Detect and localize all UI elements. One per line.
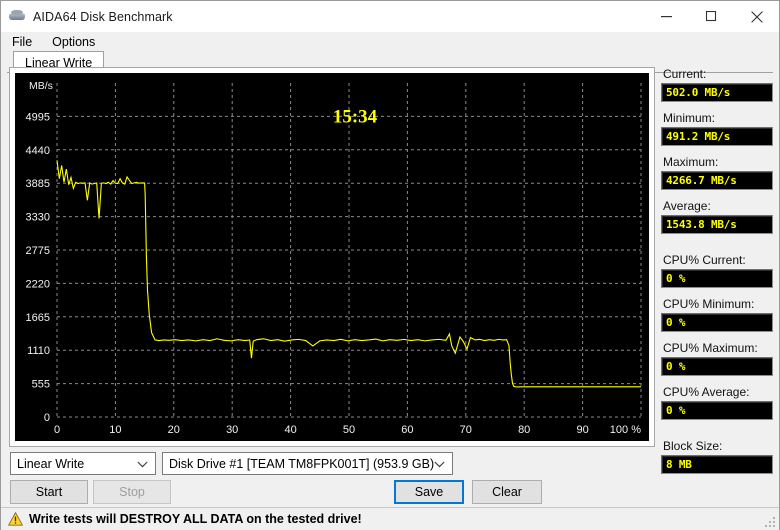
chart-timer-label: 15:34 <box>333 106 378 127</box>
warning-text: Write tests will DESTROY ALL DATA on the… <box>29 512 362 526</box>
stat-value-cpu-current: 0 % <box>666 272 686 285</box>
stat-box-cpu-average: 0 % <box>661 401 773 420</box>
save-button[interactable]: Save <box>394 480 464 504</box>
chart-y-tick-labels: 0 555 1110 1665 2220 2775 3330 3885 4440 4995 <box>26 111 50 424</box>
y-tick-label: 0 <box>44 412 50 424</box>
x-tick-label: 70 <box>460 424 472 436</box>
x-tick-label: 40 <box>284 424 296 436</box>
chart-y-axis-title: MB/s <box>29 80 53 92</box>
benchmark-mode-select[interactable]: Linear Write <box>10 452 156 475</box>
warning-bar: Write tests will DESTROY ALL DATA on the… <box>1 507 779 530</box>
stat-label-cpu-current: CPU% Current: <box>663 253 746 267</box>
benchmark-mode-value: Linear Write <box>17 456 85 471</box>
chart-x-tick-labels: 0 10 20 30 40 50 60 70 80 90 100 % <box>54 424 641 436</box>
chart-plot-background: 0 555 1110 1665 2220 2775 3330 3885 4440 4995 0 10… <box>15 73 649 441</box>
stat-value-maximum: 4266.7 MB/s <box>666 174 737 187</box>
stat-label-maximum: Maximum: <box>663 155 719 169</box>
resize-grip[interactable] <box>764 516 776 528</box>
x-tick-label: 90 <box>576 424 588 436</box>
chart-data-line <box>56 160 641 388</box>
close-button[interactable] <box>734 1 779 32</box>
x-tick-label: 50 <box>343 424 355 436</box>
y-tick-label: 3885 <box>26 178 50 190</box>
stat-label-current: Current: <box>663 67 707 81</box>
y-tick-label: 1665 <box>26 312 50 324</box>
stat-label-average: Average: <box>663 199 711 213</box>
stat-label-cpu-maximum: CPU% Maximum: <box>663 341 758 355</box>
stat-box-cpu-minimum: 0 % <box>661 313 773 332</box>
stat-label-cpu-average: CPU% Average: <box>663 385 750 399</box>
y-tick-label: 2775 <box>26 245 50 257</box>
stat-box-cpu-maximum: 0 % <box>661 357 773 376</box>
stat-box-cpu-current: 0 % <box>661 269 773 288</box>
y-tick-label: 4440 <box>26 145 50 157</box>
x-tick-label: 80 <box>518 424 530 436</box>
stat-box-average: 1543.8 MB/s <box>661 215 773 234</box>
menu-item-file[interactable]: File <box>3 33 41 52</box>
window-title: AIDA64 Disk Benchmark <box>33 9 173 24</box>
minimize-button[interactable] <box>644 1 689 32</box>
stat-value-average: 1543.8 MB/s <box>666 218 737 231</box>
benchmark-line-chart: 0 555 1110 1665 2220 2775 3330 3885 4440 4995 0 10… <box>26 80 642 436</box>
drive-select-value: Disk Drive #1 [TEAM TM8FPK001T] (953.9 G… <box>169 456 435 471</box>
benchmark-chart-panel: 0 555 1110 1665 2220 2775 3330 3885 4440 4995 0 10… <box>9 67 655 447</box>
x-tick-label: 20 <box>168 424 180 436</box>
stat-box-minimum: 491.2 MB/s <box>661 127 773 146</box>
disk-icon <box>9 8 26 25</box>
stat-box-maximum: 4266.7 MB/s <box>661 171 773 190</box>
drive-select[interactable]: Disk Drive #1 [TEAM TM8FPK001T] (953.9 G… <box>162 452 453 475</box>
chevron-down-icon <box>434 453 445 476</box>
stat-value-cpu-minimum: 0 % <box>666 316 686 329</box>
x-tick-label: 100 % <box>610 424 641 436</box>
chart-gridlines <box>56 83 642 418</box>
stat-value-minimum: 491.2 MB/s <box>666 130 731 143</box>
stat-box-current: 502.0 MB/s <box>661 83 773 102</box>
stat-value-cpu-maximum: 0 % <box>666 360 686 373</box>
warning-triangle-icon <box>8 512 23 526</box>
x-tick-label: 10 <box>109 424 121 436</box>
x-tick-label: 60 <box>401 424 413 436</box>
y-tick-label: 4995 <box>26 111 50 123</box>
stop-button: Stop <box>93 480 171 504</box>
stat-label-minimum: Minimum: <box>663 111 716 125</box>
clear-button[interactable]: Clear <box>472 480 542 504</box>
window-controls <box>644 1 779 32</box>
aida64-disk-benchmark-window: AIDA64 Disk Benchmark File Options Linea… <box>0 0 780 530</box>
y-tick-label: 555 <box>32 379 50 391</box>
maximize-button[interactable] <box>689 1 734 32</box>
stat-value-current: 502.0 MB/s <box>666 86 731 99</box>
stat-value-cpu-average: 0 % <box>666 404 686 417</box>
y-tick-label: 1110 <box>27 345 50 357</box>
y-tick-label: 3330 <box>26 212 50 224</box>
stat-label-cpu-minimum: CPU% Minimum: <box>663 297 755 311</box>
x-tick-label: 0 <box>54 424 60 436</box>
x-tick-label: 30 <box>226 424 238 436</box>
chevron-down-icon <box>137 453 148 476</box>
start-button[interactable]: Start <box>10 480 88 504</box>
menu-item-options[interactable]: Options <box>43 33 104 52</box>
title-bar: AIDA64 Disk Benchmark <box>1 1 779 32</box>
y-tick-label: 2220 <box>26 278 50 290</box>
menu-bar: File Options <box>1 32 779 53</box>
